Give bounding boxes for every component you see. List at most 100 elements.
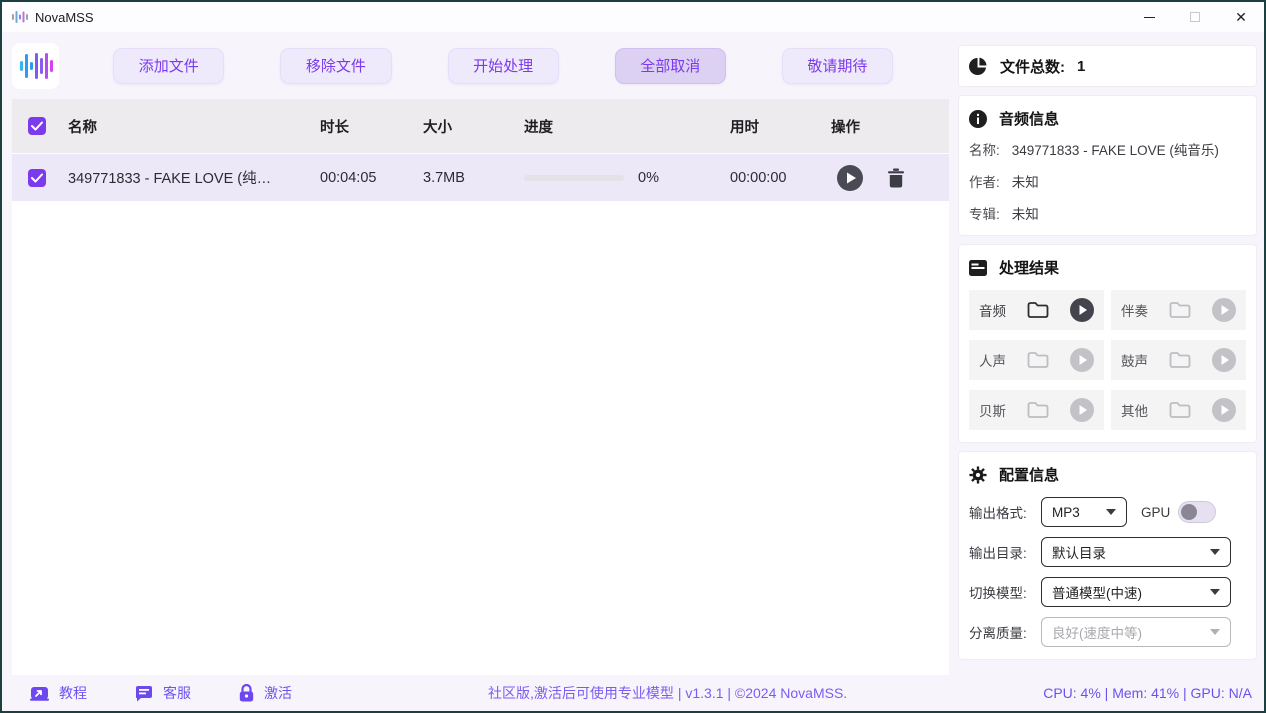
play-icon [837,165,863,191]
quality-select[interactable]: 良好(速度中等) [1041,617,1231,647]
col-header-actions: 操作 [831,116,949,137]
cell-size: 3.7MB [423,170,524,186]
result-tile-drums: 鼓声 [1111,340,1246,380]
edition-version-text: 社区版,激活后可使用专业模型 | v1.3.1 | ©2024 NovaMSS. [292,683,1043,703]
info-icon [969,110,987,128]
row-play-button[interactable] [837,165,863,191]
minimize-button[interactable] [1126,2,1172,32]
activate-link[interactable]: 激活 [239,683,292,703]
play-icon [1212,398,1236,422]
col-header-progress: 进度 [524,116,730,137]
check-icon [31,173,43,183]
chevron-down-icon [1106,509,1116,515]
app-title: NovaMSS [35,10,94,25]
lock-icon [239,684,254,702]
left-column: 添加文件 移除文件 开始处理 全部取消 敬请期待 名称 时长 大小 进度 用时 … [2,32,949,675]
output-dir-select[interactable]: 默认目录 [1041,537,1231,567]
tile-label: 贝斯 [979,400,1006,420]
result-tile-bass: 贝斯 [969,390,1104,430]
result-tile-accompaniment: 伴奏 [1111,290,1246,330]
results-card: 处理结果 音频 [959,245,1256,442]
support-label: 客服 [163,683,191,703]
trash-icon [887,168,905,188]
row-delete-button[interactable] [887,168,905,188]
status-links: 教程 客服 激活 [30,683,292,703]
play-result-button[interactable] [1212,348,1236,372]
output-format-select[interactable]: MP3 [1041,497,1127,527]
app-identity: NovaMSS [2,10,94,25]
progress-percent: 0% [638,170,659,186]
audio-info-fields: 名称: 349771833 - FAKE LOVE (纯音乐) 作者: 未知 专… [969,139,1246,223]
row-checkbox[interactable] [28,169,46,187]
open-folder-button[interactable] [1027,301,1049,319]
waveform-mini-icon [12,10,28,24]
tutorial-link[interactable]: 教程 [30,683,87,703]
config-title: 配置信息 [999,464,1059,485]
audio-info-header: 音频信息 [969,108,1246,129]
open-folder-button[interactable] [1169,351,1191,369]
cell-progress: 0% [524,170,730,186]
tile-label: 人声 [979,350,1006,370]
result-tile-audio: 音频 [969,290,1104,330]
coming-soon-button[interactable]: 敬请期待 [782,48,893,84]
result-tile-other: 其他 [1111,390,1246,430]
status-bar: 教程 客服 激活 社区版,激活后可使用专业模型 | v1.3.1 | ©20 [2,675,1264,711]
activate-label: 激活 [264,683,292,703]
chevron-down-icon [1210,629,1220,635]
start-processing-button[interactable]: 开始处理 [448,48,559,84]
output-dir-row: 输出目录: 默认目录 [969,537,1246,567]
app-logo [12,43,59,89]
output-dir-label: 输出目录: [969,542,1041,562]
open-folder-button[interactable] [1027,401,1049,419]
quality-label: 分离质量: [969,622,1041,642]
table-header-row: 名称 时长 大小 进度 用时 操作 [12,99,949,153]
field-label: 名称: [969,139,1000,159]
play-result-button[interactable] [1212,398,1236,422]
output-format-value: MP3 [1052,505,1098,520]
col-header-duration: 时长 [320,116,423,137]
model-row: 切换模型: 普通模型(中速) [969,577,1246,607]
select-all-checkbox[interactable] [28,117,46,135]
window-controls: ✕ [1126,2,1264,32]
model-select[interactable]: 普通模型(中速) [1041,577,1231,607]
result-tiles: 音频 [969,290,1246,430]
play-result-button[interactable] [1070,348,1094,372]
sidebar: 文件总数: 1 音频信息 名称: 349771833 - FAKE [949,32,1264,675]
output-dir-value: 默认目录 [1052,542,1202,562]
field-label: 专辑: [969,203,1000,223]
col-header-size: 大小 [423,116,524,137]
open-folder-button[interactable] [1027,351,1049,369]
title-bar: NovaMSS ✕ [2,2,1264,32]
remove-files-button[interactable]: 移除文件 [280,48,391,84]
output-format-label: 输出格式: [969,502,1041,522]
gear-icon [969,466,987,484]
file-table: 名称 时长 大小 进度 用时 操作 349771833 - FAKE LOVE … [12,99,949,675]
play-result-button[interactable] [1070,298,1094,322]
result-tile-vocals: 人声 [969,340,1104,380]
cell-elapsed: 00:00:00 [730,170,831,186]
app-window: NovaMSS ✕ [0,0,1266,713]
content-area: 添加文件 移除文件 开始处理 全部取消 敬请期待 名称 时长 大小 进度 用时 … [2,32,1264,675]
close-button[interactable]: ✕ [1218,2,1264,32]
config-card: 配置信息 输出格式: MP3 GPU [959,452,1256,659]
play-result-button[interactable] [1070,398,1094,422]
maximize-icon [1190,12,1200,22]
table-row: 349771833 - FAKE LOVE (纯… 00:04:05 3.7MB… [12,154,949,201]
open-folder-button[interactable] [1169,401,1191,419]
system-stats: CPU: 4% | Mem: 41% | GPU: N/A [1043,685,1252,701]
add-files-button[interactable]: 添加文件 [113,48,224,84]
gpu-toggle[interactable] [1178,501,1216,523]
open-folder-button[interactable] [1169,301,1191,319]
field-value: 349771833 - FAKE LOVE (纯音乐) [1012,139,1219,159]
col-header-elapsed: 用时 [730,116,831,137]
maximize-button[interactable] [1172,2,1218,32]
config-rows: 输出格式: MP3 GPU 输出目录: 默认目录 [969,497,1246,647]
tile-label: 鼓声 [1121,350,1148,370]
model-label: 切换模型: [969,582,1041,602]
play-result-button[interactable] [1212,298,1236,322]
field-value: 未知 [1012,203,1039,223]
minimize-icon [1144,17,1155,18]
cancel-all-button[interactable]: 全部取消 [615,48,726,84]
support-link[interactable]: 客服 [135,683,191,703]
model-value: 普通模型(中速) [1052,582,1202,602]
